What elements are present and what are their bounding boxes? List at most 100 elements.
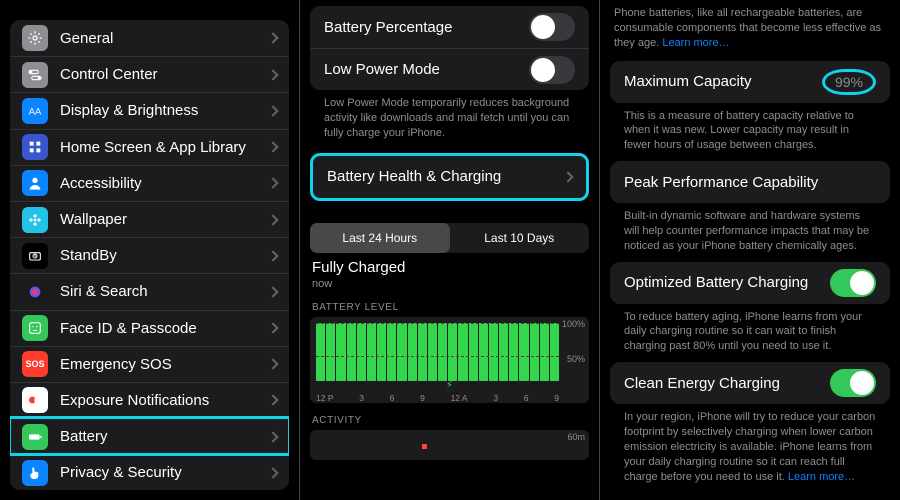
settings-row-exposure-notifications[interactable]: Exposure Notifications <box>10 382 289 418</box>
settings-row-label: Privacy & Security <box>60 464 269 481</box>
toggles-icon <box>22 62 48 88</box>
peak-performance-row[interactable]: Peak Performance Capability <box>610 161 890 203</box>
battery-health-label: Battery Health & Charging <box>327 168 501 185</box>
battery-health-row[interactable]: Battery Health & Charging <box>310 153 589 201</box>
settings-row-label: Emergency SOS <box>60 356 269 373</box>
battery-icon <box>22 424 48 450</box>
settings-row-label: Accessibility <box>60 175 269 192</box>
settings-row-siri-search[interactable]: Siri & Search <box>10 273 289 309</box>
chevron-right-icon <box>267 250 278 261</box>
flower-icon <box>22 207 48 233</box>
chevron-right-icon <box>267 32 278 43</box>
tab-last-24-hours[interactable]: Last 24 Hours <box>310 223 450 253</box>
x-tick: 9 <box>554 393 559 403</box>
charging-icon: ⚡︎ <box>446 380 453 391</box>
optimized-charging-toggle[interactable] <box>830 269 876 297</box>
clean-energy-description: In your region, iPhone will try to reduc… <box>610 404 890 486</box>
low-power-mode-toggle[interactable] <box>529 56 575 84</box>
learn-more-link[interactable]: Learn more… <box>662 37 729 49</box>
chevron-right-icon <box>267 105 278 116</box>
battery-level-label: BATTERY LEVEL <box>310 290 589 317</box>
x-tick: 12 P <box>316 393 334 403</box>
chevron-right-icon <box>267 395 278 406</box>
maximum-capacity-row: Maximum Capacity 99% <box>610 61 890 103</box>
chevron-right-icon <box>562 171 573 182</box>
settings-row-label: Battery <box>60 428 269 445</box>
low-power-mode-row[interactable]: Low Power Mode <box>310 48 589 90</box>
learn-more-link[interactable]: Learn more… <box>788 471 855 483</box>
settings-row-standby[interactable]: StandBy <box>10 237 289 273</box>
clean-energy-label: Clean Energy Charging <box>624 375 780 392</box>
optimized-charging-row[interactable]: Optimized Battery Charging <box>610 262 890 304</box>
settings-row-battery[interactable]: Battery <box>10 418 289 454</box>
bar <box>458 323 467 381</box>
x-tick: 6 <box>390 393 395 403</box>
settings-pane: GeneralControl Center AA Display & Brightn… <box>0 0 300 500</box>
time-range-segmented[interactable]: Last 24 Hours Last 10 Days <box>310 223 589 253</box>
activity-marker <box>422 444 427 449</box>
x-tick: 3 <box>493 393 498 403</box>
bar <box>418 323 427 381</box>
bar <box>357 323 366 381</box>
settings-row-privacy-security[interactable]: Privacy & Security <box>10 454 289 490</box>
settings-row-general[interactable]: General <box>10 20 289 56</box>
settings-row-display-brightness[interactable]: AA Display & Brightness <box>10 92 289 128</box>
bar <box>509 323 518 381</box>
maximum-capacity-description: This is a measure of battery capacity re… <box>610 103 890 156</box>
settings-row-label: Home Screen & App Library <box>60 139 269 156</box>
settings-row-wallpaper[interactable]: Wallpaper <box>10 201 289 237</box>
charge-status-title: Fully Charged <box>312 259 405 276</box>
sun-icon: AA <box>22 98 48 124</box>
chevron-right-icon <box>267 322 278 333</box>
chevron-right-icon <box>267 286 278 297</box>
clean-energy-row[interactable]: Clean Energy Charging <box>610 362 890 404</box>
chevron-right-icon <box>267 141 278 152</box>
chevron-right-icon <box>267 359 278 370</box>
chevron-right-icon <box>267 69 278 80</box>
bar <box>367 323 376 381</box>
settings-row-label: StandBy <box>60 247 269 264</box>
activity-label: ACTIVITY <box>310 403 589 430</box>
x-tick: 6 <box>524 393 529 403</box>
bar <box>347 323 356 381</box>
settings-row-label: Display & Brightness <box>60 102 269 119</box>
low-power-mode-description: Low Power Mode temporarily reduces backg… <box>310 90 589 143</box>
battery-percentage-toggle[interactable] <box>529 13 575 41</box>
charge-status: Fully Charged now <box>310 259 589 290</box>
settings-row-control-center[interactable]: Control Center <box>10 56 289 92</box>
battery-percentage-label: Battery Percentage <box>324 19 452 36</box>
bar <box>336 323 345 381</box>
battery-health-pane: Phone batteries, like all rechargeable b… <box>600 0 900 500</box>
siri-icon <box>22 279 48 305</box>
battery-percentage-row[interactable]: Battery Percentage <box>310 6 589 48</box>
sos-icon: SOS <box>22 351 48 377</box>
bar <box>448 323 457 381</box>
bar <box>316 323 325 381</box>
svg-text:AA: AA <box>29 106 42 116</box>
bar <box>469 323 478 381</box>
x-tick: 3 <box>359 393 364 403</box>
maximum-capacity-value: 99% <box>822 69 876 95</box>
activity-chart: 60m <box>310 430 589 460</box>
bar <box>540 323 549 381</box>
settings-row-accessibility[interactable]: Accessibility <box>10 165 289 201</box>
settings-row-emergency-sos[interactable]: SOS Emergency SOS <box>10 346 289 382</box>
battery-level-chart: 100% 50% ⚡︎ 12 P36912 A369 <box>310 317 589 403</box>
battery-pane: Battery Percentage Low Power Mode Low Po… <box>300 0 600 500</box>
settings-row-label: Face ID & Passcode <box>60 320 269 337</box>
settings-row-label: Siri & Search <box>60 283 269 300</box>
optimized-charging-label: Optimized Battery Charging <box>624 274 808 291</box>
chevron-right-icon <box>267 431 278 442</box>
tab-last-10-days[interactable]: Last 10 Days <box>450 223 590 253</box>
gear-icon <box>22 25 48 51</box>
bar <box>408 323 417 381</box>
settings-row-face-id-passcode[interactable]: Face ID & Passcode <box>10 310 289 346</box>
settings-list: GeneralControl Center AA Display & Brightn… <box>0 20 299 490</box>
clean-energy-toggle[interactable] <box>830 369 876 397</box>
chevron-right-icon <box>267 178 278 189</box>
settings-row-home-screen-app-library[interactable]: Home Screen & App Library <box>10 129 289 165</box>
bar <box>519 323 528 381</box>
bar <box>438 323 447 381</box>
bar <box>397 323 406 381</box>
settings-row-label: Wallpaper <box>60 211 269 228</box>
